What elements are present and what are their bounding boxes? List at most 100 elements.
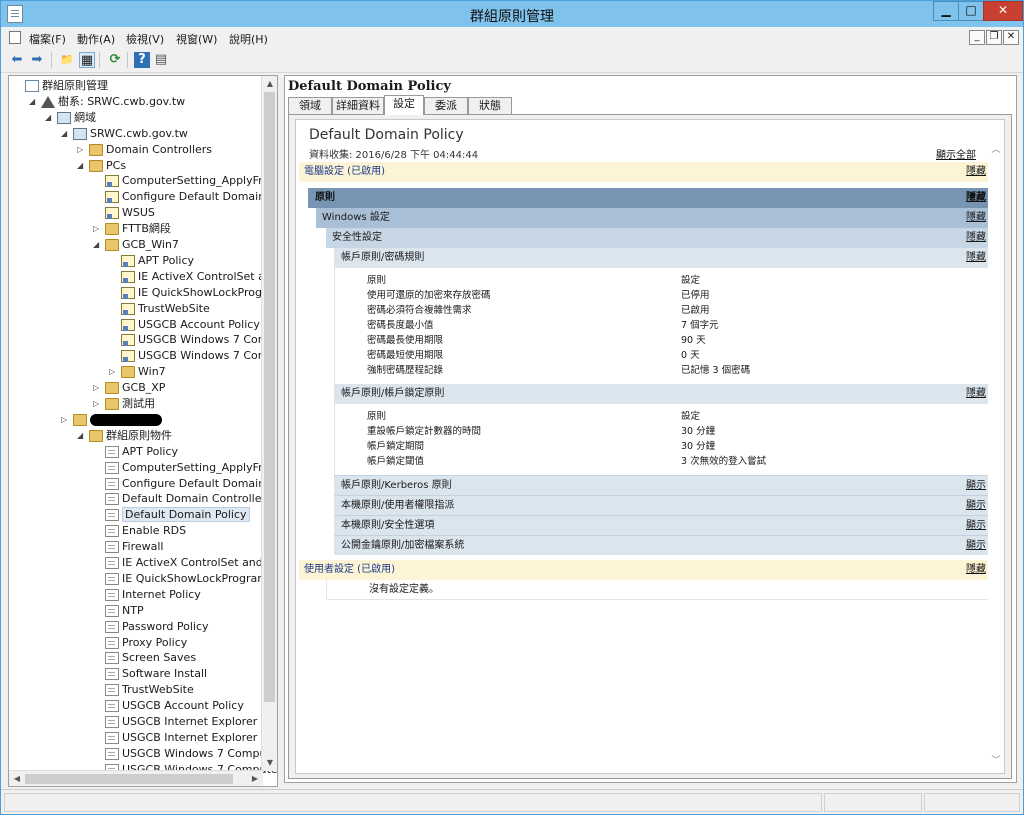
tree-node[interactable]: Password Policy bbox=[93, 619, 209, 635]
hide-link[interactable]: 隱藏 bbox=[966, 228, 986, 248]
tree-node[interactable]: TrustWebSite bbox=[109, 301, 210, 317]
expand-toggle-icon[interactable]: ▷ bbox=[93, 380, 103, 396]
refresh-icon[interactable]: ⟳ bbox=[107, 52, 123, 68]
scroll-up-icon[interactable]: ▲ bbox=[262, 76, 277, 92]
tree-node[interactable]: USGCB Windows 7 Compu bbox=[109, 348, 277, 364]
tree-node[interactable]: ▷ FTTB網段 bbox=[93, 221, 171, 237]
tree-node[interactable]: ComputerSetting_ApplyFrequ bbox=[93, 173, 277, 189]
tree-node[interactable]: Internet Policy bbox=[93, 587, 201, 603]
tree-node[interactable]: Screen Saves bbox=[93, 650, 196, 666]
tree-node[interactable]: ◢ 群組原則物件 bbox=[77, 428, 172, 444]
tree-node[interactable]: IE QuickShowLockProgram bbox=[93, 571, 268, 587]
expand-toggle-icon[interactable]: ◢ bbox=[93, 237, 103, 253]
expand-toggle-icon[interactable]: ▷ bbox=[93, 396, 103, 412]
tree-node[interactable]: ▷ 測試用 bbox=[93, 396, 155, 412]
tree-node[interactable]: ◢ SRWC.cwb.gov.tw bbox=[61, 126, 188, 142]
menu-window[interactable]: 視窗(W) bbox=[176, 31, 217, 47]
menu-action[interactable]: 動作(A) bbox=[77, 31, 115, 47]
tree-node[interactable]: 群組原則管理 bbox=[13, 78, 108, 94]
up-folder-icon[interactable]: 📁 bbox=[59, 52, 75, 68]
tree-node[interactable]: IE ActiveX ControlSet and Coo bbox=[93, 555, 277, 571]
tree-node[interactable]: ◢ PCs bbox=[77, 158, 126, 174]
mdi-close-button[interactable]: ✕ bbox=[1003, 30, 1019, 45]
close-button[interactable]: ✕ bbox=[983, 1, 1023, 21]
hide-link[interactable]: 隱藏 bbox=[966, 560, 986, 580]
back-arrow-icon[interactable]: ⬅ bbox=[9, 52, 25, 68]
tree-node[interactable]: Default Domain Policy bbox=[93, 507, 250, 523]
expand-toggle-icon[interactable]: ◢ bbox=[61, 126, 71, 142]
hide-link[interactable]: 隱藏 bbox=[966, 188, 986, 208]
expand-toggle-icon[interactable]: ▷ bbox=[109, 364, 119, 380]
tree-node[interactable]: WSUS bbox=[93, 205, 155, 221]
expand-toggle-icon[interactable]: ◢ bbox=[77, 158, 87, 174]
show-all-link[interactable]: 顯示全部 bbox=[936, 146, 976, 161]
show-link[interactable]: 顯示 bbox=[966, 476, 986, 496]
scroll-up-icon[interactable]: ︿ bbox=[988, 142, 1004, 158]
tree-node[interactable]: ▷ bbox=[61, 412, 162, 428]
tree-node[interactable]: IE ActiveX ControlSet and C bbox=[109, 269, 277, 285]
hide-link[interactable]: 隱藏 bbox=[966, 384, 986, 404]
scroll-left-icon[interactable]: ◀ bbox=[9, 771, 25, 786]
tree-node[interactable]: USGCB Windows 7 Computer bbox=[93, 746, 277, 762]
scroll-down-icon[interactable]: ﹀ bbox=[988, 753, 1004, 769]
tree-node[interactable]: IE QuickShowLockProgram bbox=[109, 285, 277, 301]
scroll-thumb[interactable] bbox=[25, 774, 233, 784]
tab-settings[interactable]: 設定 bbox=[384, 95, 424, 115]
expand-toggle-icon[interactable]: ▷ bbox=[77, 142, 87, 158]
tree-node[interactable]: ◢ 樹系: SRWC.cwb.gov.tw bbox=[29, 94, 185, 110]
scroll-down-icon[interactable]: ▼ bbox=[262, 755, 277, 771]
tab-status[interactable]: 狀態 bbox=[468, 97, 512, 114]
tab-scope[interactable]: 領域 bbox=[288, 97, 332, 114]
mdi-minimize-button[interactable]: _ bbox=[969, 30, 985, 45]
tree-node[interactable]: APT Policy bbox=[109, 253, 194, 269]
tree-node[interactable]: USGCB Account Policy bbox=[93, 698, 244, 714]
tree-node[interactable]: ◢ 網域 bbox=[45, 110, 96, 126]
expand-toggle-icon[interactable]: ◢ bbox=[29, 94, 39, 110]
menu-file[interactable]: 檔案(F) bbox=[29, 31, 66, 47]
tree-node[interactable]: Firewall bbox=[93, 539, 163, 555]
tree-node[interactable]: ▷ Domain Controllers bbox=[77, 142, 212, 158]
scroll-right-icon[interactable]: ▶ bbox=[247, 771, 263, 786]
show-hide-tree-icon[interactable]: ▦ bbox=[79, 52, 95, 68]
help-icon[interactable]: ? bbox=[134, 52, 150, 68]
expand-toggle-icon[interactable]: ▷ bbox=[93, 221, 103, 237]
tree-node[interactable]: USGCB Internet Explorer 8 Use bbox=[93, 730, 277, 746]
hide-link[interactable]: 隱藏 bbox=[966, 248, 986, 268]
tree-horizontal-scrollbar[interactable]: ◀ ▶ bbox=[9, 770, 263, 786]
show-link[interactable]: 顯示 bbox=[966, 496, 986, 516]
maximize-button[interactable]: □ bbox=[958, 1, 984, 21]
mdi-restore-button[interactable]: ❐ bbox=[986, 30, 1002, 45]
tree-node[interactable]: USGCB Windows 7 Compu bbox=[109, 332, 277, 348]
tree-vertical-scrollbar[interactable]: ▲ ▼ bbox=[261, 76, 277, 771]
menu-view[interactable]: 檢視(V) bbox=[126, 31, 164, 47]
tree-node[interactable]: ComputerSetting_ApplyFrequ bbox=[93, 460, 277, 476]
scroll-thumb[interactable] bbox=[264, 92, 275, 702]
tree-node[interactable]: Proxy Policy bbox=[93, 635, 187, 651]
tree-node[interactable]: USGCB Account Policy bbox=[109, 317, 260, 333]
tree-node[interactable]: Software Install bbox=[93, 666, 207, 682]
tab-details[interactable]: 詳細資料 bbox=[332, 97, 384, 114]
tree-node[interactable]: Default Domain Controllers Po bbox=[93, 491, 277, 507]
expand-toggle-icon[interactable]: ◢ bbox=[45, 110, 55, 126]
hide-link[interactable]: 隱藏 bbox=[966, 162, 986, 182]
show-link[interactable]: 顯示 bbox=[966, 516, 986, 536]
forward-arrow-icon[interactable]: ➡ bbox=[29, 52, 45, 68]
tree-node[interactable]: ▷ Win7 bbox=[109, 364, 166, 380]
minimize-button[interactable]: ▁ bbox=[933, 1, 959, 21]
tree-node[interactable]: Enable RDS bbox=[93, 523, 186, 539]
tab-delegation[interactable]: 委派 bbox=[424, 97, 468, 114]
menu-help[interactable]: 說明(H) bbox=[229, 31, 268, 47]
tree-node[interactable]: Configure Default Domain bbox=[93, 189, 265, 205]
view-icon[interactable]: ▤ bbox=[153, 52, 169, 68]
show-link[interactable]: 顯示 bbox=[966, 536, 986, 556]
tree-node[interactable]: NTP bbox=[93, 603, 144, 619]
title-bar[interactable]: 群組原則管理 ▁ □ ✕ bbox=[1, 1, 1023, 27]
hide-link[interactable]: 隱藏 bbox=[966, 208, 986, 228]
tree-node[interactable]: TrustWebSite bbox=[93, 682, 194, 698]
report-scrollbar[interactable]: ︿ ﹀ bbox=[988, 120, 1004, 773]
expand-toggle-icon[interactable]: ◢ bbox=[77, 428, 87, 444]
expand-toggle-icon[interactable]: ▷ bbox=[61, 412, 71, 428]
tree-node[interactable]: Configure Default Domain bbox=[93, 476, 265, 492]
tree-node[interactable]: APT Policy bbox=[93, 444, 178, 460]
tree-node[interactable]: ◢ GCB_Win7 bbox=[93, 237, 179, 253]
